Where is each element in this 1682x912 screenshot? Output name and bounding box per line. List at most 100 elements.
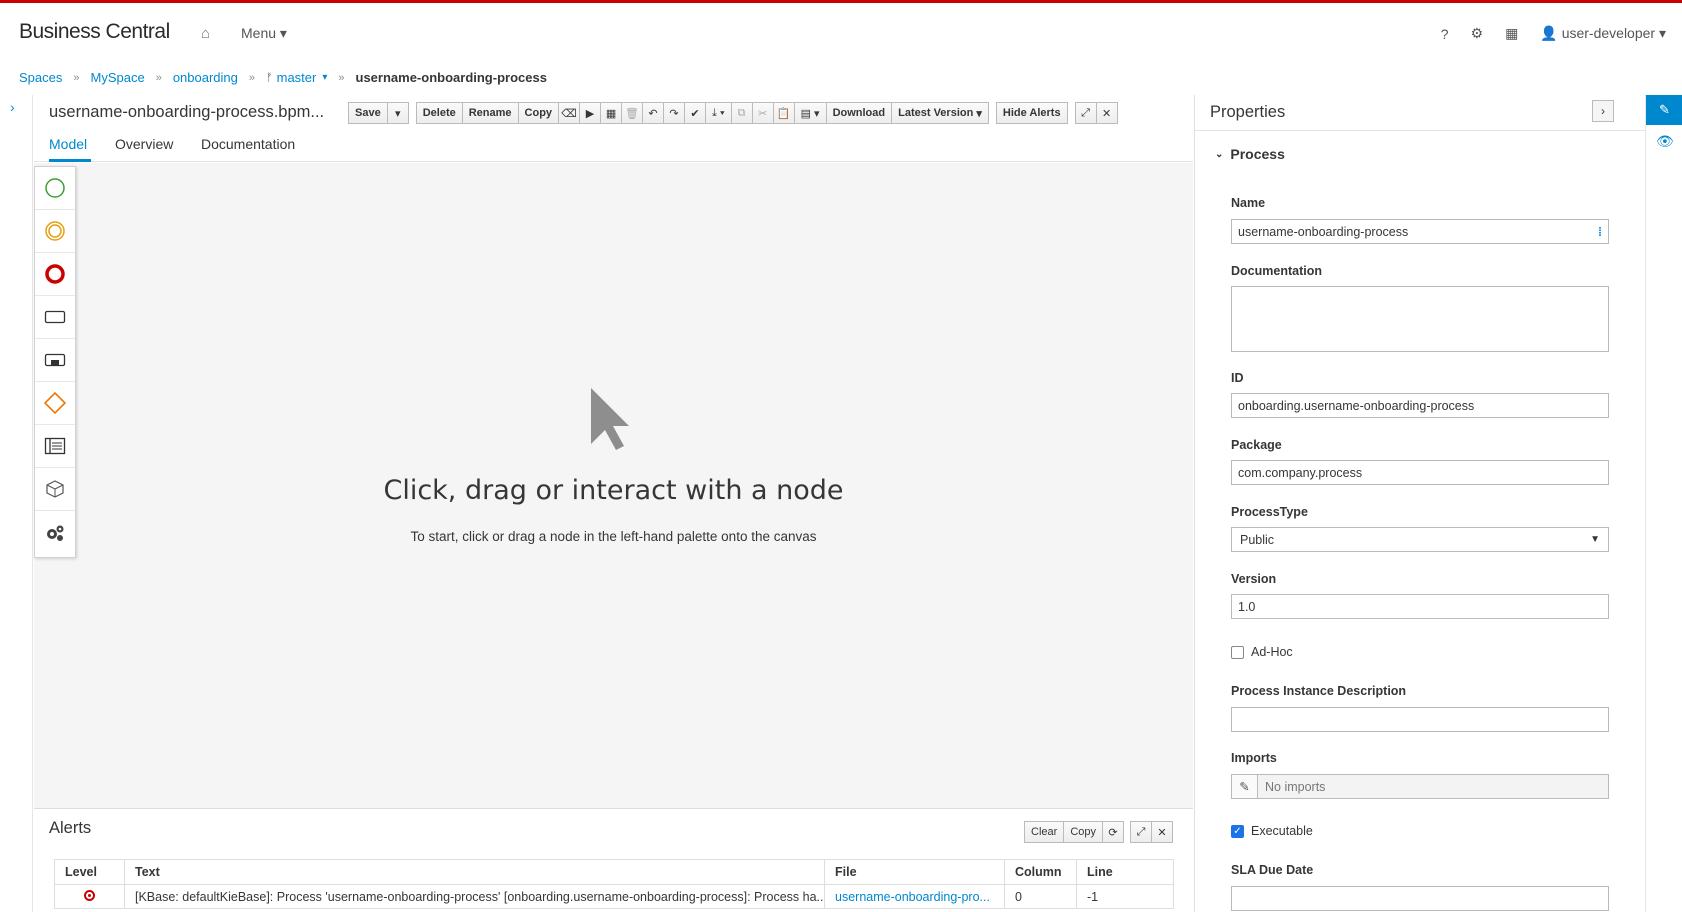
start-event-icon: [45, 178, 65, 198]
process-section-toggle[interactable]: ⌄ Process: [1215, 146, 1285, 162]
close-alerts-icon[interactable]: ✕: [1151, 821, 1173, 843]
brand-logo[interactable]: Business Central: [19, 20, 170, 44]
process-canvas[interactable]: Click, drag or interact with a node To s…: [34, 163, 1193, 809]
chevron-down-icon: ⌄: [1215, 148, 1224, 160]
palette-item-intermediate-event[interactable]: [35, 210, 75, 253]
name-field[interactable]: username-onboarding-process ⁞: [1231, 219, 1609, 244]
tab-documentation[interactable]: Documentation: [201, 136, 295, 152]
version-field[interactable]: 1.0: [1231, 594, 1609, 619]
maximize-icon[interactable]: ⤢: [1074, 102, 1097, 124]
editor-tabs: Model Overview Documentation: [34, 129, 1193, 162]
user-menu[interactable]: 👤 user-developer ▾: [1540, 25, 1666, 42]
expand-left-panel-icon[interactable]: ›: [10, 99, 15, 115]
maximize-alerts-icon[interactable]: ⤢: [1130, 821, 1152, 843]
i18n-icon[interactable]: ⁞: [1598, 225, 1602, 239]
process-type-value: Public: [1240, 532, 1275, 547]
latest-version-dropdown[interactable]: Latest Version ▾: [891, 102, 989, 124]
process-section-title: Process: [1230, 146, 1285, 162]
cursor-pointer-icon: [591, 388, 629, 450]
home-icon[interactable]: ⌂: [201, 25, 210, 42]
column-header-file[interactable]: File: [824, 859, 1005, 885]
process-type-select[interactable]: Public ▼: [1231, 527, 1609, 552]
palette-item-end-event[interactable]: [35, 253, 75, 296]
user-icon: 👤: [1540, 25, 1558, 41]
package-field[interactable]: com.company.process: [1231, 460, 1609, 485]
right-tool-rail: ✎ 👁: [1645, 95, 1682, 912]
view-dropdown-button[interactable]: ▤ ▾: [793, 102, 827, 124]
breadcrumb-spaces[interactable]: Spaces: [19, 70, 62, 85]
clear-alerts-button[interactable]: Clear: [1024, 821, 1065, 843]
executable-checkbox[interactable]: ✓: [1231, 824, 1244, 838]
delete-button[interactable]: Delete: [415, 102, 463, 124]
save-dropdown-button[interactable]: ▾: [386, 102, 409, 124]
tab-model[interactable]: Model: [49, 136, 87, 152]
properties-panel: Properties › ⌄ Process Name username-onb…: [1194, 95, 1645, 912]
name-label: Name: [1231, 196, 1266, 210]
collapse-properties-icon[interactable]: ›: [1592, 100, 1614, 122]
top-navbar: Business Central ⌂ Menu ▾ ? ⚙ ▦ 👤 user-d…: [0, 0, 1682, 62]
table-row[interactable]: [KBase: defaultKieBase]: Process 'userna…: [54, 884, 1174, 909]
id-label: ID: [1231, 371, 1244, 385]
cut-icon[interactable]: ✂: [751, 102, 774, 124]
breadcrumb-branch[interactable]: master: [277, 70, 317, 85]
palette-item-start-event[interactable]: [35, 167, 75, 210]
properties-edit-icon[interactable]: ✎: [1646, 95, 1682, 125]
breadcrumb-myspace[interactable]: MySpace: [91, 70, 145, 85]
alert-level-cell: [54, 884, 125, 909]
navbar-utilities: ? ⚙ ▦ 👤 user-developer ▾: [1441, 25, 1666, 42]
undo-icon[interactable]: ↶: [642, 102, 665, 124]
grid-icon[interactable]: ▦: [600, 102, 623, 124]
alert-file-link[interactable]: username-onboarding-pro...: [824, 884, 1005, 909]
preview-eye-icon[interactable]: 👁: [1656, 133, 1674, 150]
imports-label: Imports: [1231, 751, 1277, 765]
settings-icon[interactable]: ⚙: [1471, 25, 1484, 42]
subprocess-icon: [44, 353, 66, 367]
copy-button[interactable]: Copy: [517, 102, 560, 124]
menu-dropdown[interactable]: Menu ▾: [241, 25, 287, 42]
eraser-icon[interactable]: ⌫: [558, 102, 581, 124]
play-icon[interactable]: ▶: [579, 102, 602, 124]
imports-field[interactable]: ✎ No imports: [1231, 774, 1609, 799]
palette-item-gateway[interactable]: [35, 382, 75, 425]
chevron-down-icon[interactable]: ▾: [322, 72, 327, 83]
copy-alerts-button[interactable]: Copy: [1063, 821, 1103, 843]
id-field[interactable]: onboarding.username-onboarding-process: [1231, 393, 1609, 418]
hide-alerts-button[interactable]: Hide Alerts: [995, 102, 1068, 124]
alerts-table: Level Text File Column Line [KBase: defa…: [54, 859, 1174, 909]
export-dropdown-button[interactable]: ⤓ ▾: [705, 102, 732, 124]
column-header-line[interactable]: Line: [1076, 859, 1174, 885]
save-button[interactable]: Save: [348, 102, 388, 124]
properties-title: Properties: [1210, 103, 1286, 121]
sla-due-date-field[interactable]: [1231, 886, 1609, 911]
close-icon[interactable]: ✕: [1095, 102, 1118, 124]
palette-item-lane[interactable]: [35, 425, 75, 468]
edit-icon[interactable]: ✎: [1232, 775, 1258, 798]
palette-item-subprocess[interactable]: [35, 339, 75, 382]
paste-icon[interactable]: 📋: [772, 102, 795, 124]
help-icon[interactable]: ?: [1441, 26, 1449, 42]
alert-line-cell: -1: [1076, 884, 1174, 909]
documentation-field[interactable]: [1231, 286, 1609, 352]
menu-label: Menu: [241, 25, 277, 41]
executable-checkbox-row[interactable]: ✓ Executable: [1231, 824, 1313, 838]
duplicate-icon[interactable]: ⧉: [730, 102, 753, 124]
breadcrumb-onboarding[interactable]: onboarding: [173, 70, 238, 85]
instance-description-field[interactable]: [1231, 707, 1609, 732]
tab-overview[interactable]: Overview: [115, 136, 173, 152]
column-header-text[interactable]: Text: [124, 859, 825, 885]
tasks-icon[interactable]: ▦: [1505, 25, 1518, 42]
alerts-title: Alerts: [49, 819, 92, 837]
adhoc-checkbox[interactable]: [1231, 645, 1244, 659]
redo-icon[interactable]: ↷: [663, 102, 686, 124]
refresh-icon[interactable]: ⟳: [1102, 821, 1124, 843]
validate-icon[interactable]: ✔: [684, 102, 707, 124]
palette-item-task[interactable]: [35, 296, 75, 339]
column-header-level[interactable]: Level: [54, 859, 125, 885]
download-button[interactable]: Download: [825, 102, 893, 124]
rename-button[interactable]: Rename: [461, 102, 519, 124]
column-header-column[interactable]: Column: [1004, 859, 1077, 885]
executable-label: Executable: [1251, 824, 1313, 838]
adhoc-checkbox-row[interactable]: Ad-Hoc: [1231, 645, 1293, 659]
trash-icon[interactable]: 🗑: [621, 102, 644, 124]
breadcrumb-separator: »: [338, 71, 345, 84]
